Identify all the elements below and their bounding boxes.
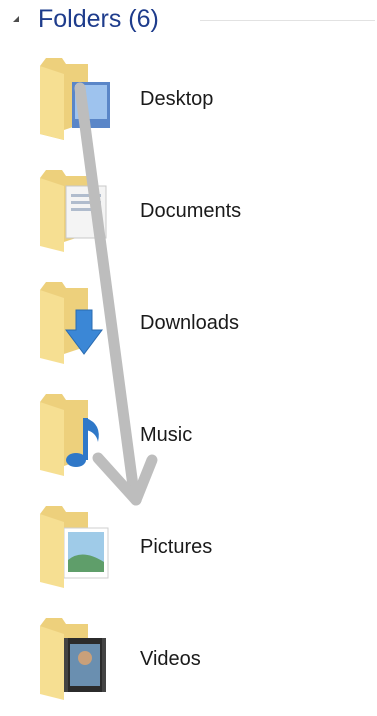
downloads-folder-icon [40,282,103,364]
folder-label: Videos [140,648,201,670]
collapse-arrow-icon[interactable] [13,16,19,22]
group-title: Folders (6) [38,5,159,33]
folder-item-downloads[interactable]: Downloads [0,268,377,380]
desktop-folder-icon [40,58,110,140]
folder-label: Pictures [140,536,213,558]
folder-label: Downloads [140,312,239,334]
folder-item-desktop[interactable]: Desktop [0,44,377,156]
videos-folder-icon [40,618,106,700]
music-folder-icon [40,394,99,476]
folder-label: Documents [140,200,242,222]
folder-label: Music [140,424,193,446]
folder-item-music[interactable]: Music [0,380,377,492]
folders-group-header[interactable]: Folders (6) [0,0,377,44]
folder-item-videos[interactable]: Videos [0,604,377,716]
folder-item-documents[interactable]: Documents [0,156,377,268]
pictures-folder-icon [40,506,109,588]
folder-label: Desktop [140,88,214,110]
group-divider [200,20,375,21]
folder-item-pictures[interactable]: Pictures [0,492,377,604]
documents-folder-icon [40,170,107,252]
